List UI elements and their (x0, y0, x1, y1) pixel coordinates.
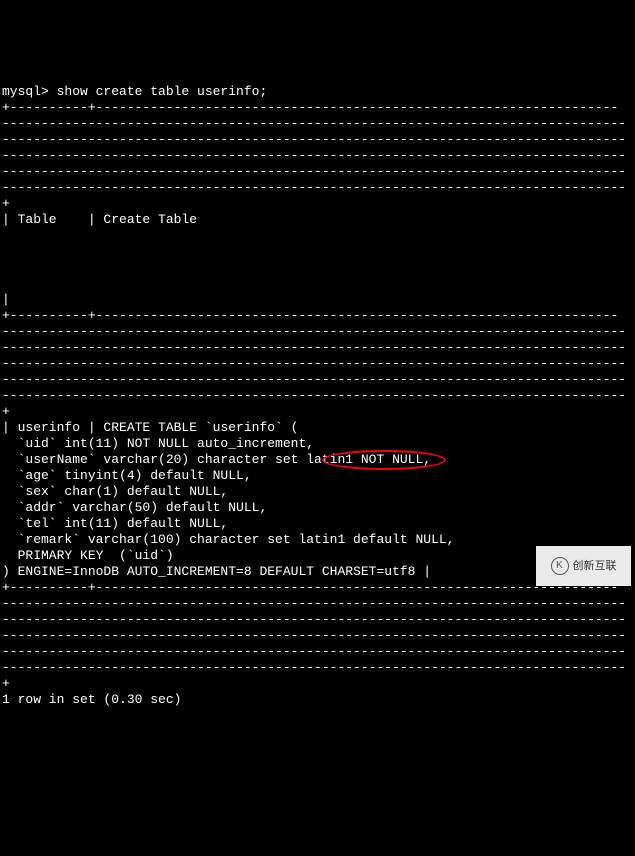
separator-end: + (2, 404, 10, 419)
column-def: `sex` char(1) default NULL, (2, 484, 228, 499)
engine-charset-line: ) ENGINE=InnoDB AUTO_INCREMENT=8 DEFAULT (2, 564, 322, 579)
separator-line: ----------------------------------------… (2, 356, 626, 371)
separator-line: ----------------------------------------… (2, 116, 626, 131)
command-input[interactable]: show create table userinfo; (57, 84, 268, 99)
separator-line: ----------------------------------------… (2, 596, 626, 611)
table-name-cell: | userinfo | (2, 420, 103, 435)
row-end: | (415, 564, 431, 579)
column-def: `remark` varchar(100) character set lati… (2, 532, 454, 547)
table-header: | Table | Create Table (2, 212, 197, 227)
charset-value: CHARSET=utf8 (322, 564, 416, 579)
column-def: `addr` varchar(50) default NULL, (2, 500, 267, 515)
separator-line: ----------------------------------------… (2, 644, 626, 659)
result-summary: 1 row in set (0.30 sec) (2, 692, 181, 707)
separator-line: ----------------------------------------… (2, 628, 626, 643)
separator-line: +----------+----------------------------… (2, 308, 618, 323)
separator-line: ----------------------------------------… (2, 388, 626, 403)
separator-end: + (2, 196, 10, 211)
separator-line: ----------------------------------------… (2, 372, 626, 387)
column-def: `age` tinyint(4) default NULL, (2, 468, 252, 483)
separator-line: ----------------------------------------… (2, 612, 626, 627)
mysql-terminal[interactable]: mysql> show create table userinfo; +----… (0, 64, 635, 712)
separator-line: ----------------------------------------… (2, 324, 626, 339)
separator-line: +----------+----------------------------… (2, 580, 618, 595)
separator-line: ----------------------------------------… (2, 180, 626, 195)
primary-key: PRIMARY KEY (`uid`) (2, 548, 174, 563)
column-def: `userName` varchar(20) character set lat… (2, 452, 431, 467)
separator-line: +----------+----------------------------… (2, 100, 618, 115)
separator-line: ----------------------------------------… (2, 132, 626, 147)
row-pipe: | (2, 292, 10, 307)
separator-line: ----------------------------------------… (2, 660, 626, 675)
watermark-icon: K (551, 557, 569, 575)
separator-end: + (2, 676, 10, 691)
column-def: `uid` int(11) NOT NULL auto_increment, (2, 436, 314, 451)
separator-line: ----------------------------------------… (2, 340, 626, 355)
separator-line: ----------------------------------------… (2, 164, 626, 179)
watermark-text: 创新互联 (573, 558, 617, 574)
separator-line: ----------------------------------------… (2, 148, 626, 163)
watermark: K 创新互联 (536, 546, 631, 586)
column-def: `tel` int(11) default NULL, (2, 516, 228, 531)
create-statement: CREATE TABLE `userinfo` ( (103, 420, 298, 435)
prompt: mysql> (2, 84, 57, 99)
